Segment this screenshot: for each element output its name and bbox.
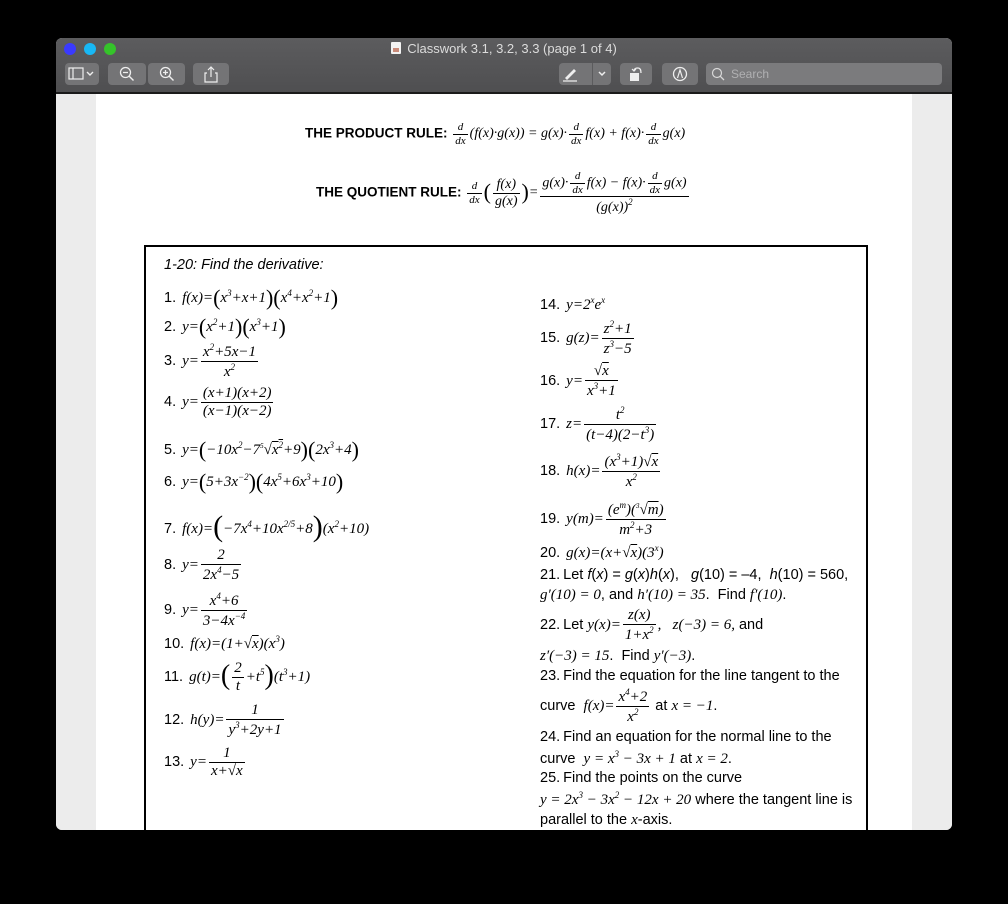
problem-21: 21. Let f(x) = g(x)h(x), g(10) = –4, h(10… — [540, 567, 849, 603]
search-field[interactable] — [706, 63, 942, 85]
sidebar-icon — [68, 67, 94, 80]
problem-23-cont: curve f(x)= x4+2 x2 at x = −1. — [540, 687, 718, 726]
rotate-button[interactable] — [620, 63, 652, 85]
search-input[interactable] — [729, 66, 933, 82]
product-rule-formula: d dx (f(x)·g(x)) = g(x)· d dx f(x) + f(x)· d dx… — [453, 121, 686, 147]
problem-23: 23. Find the equation for the line tangen… — [540, 668, 840, 684]
problem-4: 4. y= (x+1)(x+2) (x−1)(x−2) — [164, 385, 274, 420]
product-rule-label: THE PRODUCT RULE: — [305, 125, 448, 141]
problem-9: 9. y= x4+6 3−4x−4 — [164, 591, 248, 630]
window-title: Classwork 3.1, 3.2, 3.3 (page 1 of 4) — [56, 41, 952, 56]
markup-button[interactable] — [559, 63, 611, 85]
problem-3: 3. y= x2+5x−1 x2 — [164, 342, 258, 381]
problem-11: 11. g(t)=(2 t +t5)(t3+1) — [164, 659, 311, 695]
share-icon — [204, 65, 218, 83]
problem-19: 19. y(m)= (em)(3√m) m2+3 — [540, 500, 666, 539]
quotient-rule-label: THE QUOTIENT RULE: — [316, 184, 462, 200]
problem-22-cont: z′(−3) = 15. Find y′(−3). — [540, 648, 696, 664]
problem-25-cont2: parallel to the x-axis. — [540, 812, 673, 828]
zoom-out-button[interactable] — [108, 63, 146, 85]
problem-6: 6. y=(5+3x−2)(4x5+6x3+10) — [164, 469, 344, 494]
problem-14: 14. y=2xex — [540, 295, 606, 313]
problems-box: 1-20: Find the derivative: 1. f(x)=(x3+x+… — [144, 245, 868, 830]
problem-5: 5. y=(−10x2−75√x2+9)(2x3+4) — [164, 437, 359, 462]
worksheet-heading: 1-20: Find the derivative: — [164, 257, 324, 273]
zoom-in-button[interactable] — [148, 63, 185, 85]
problem-8: 8. y= 2 2x4−5 — [164, 547, 242, 584]
share-button[interactable] — [193, 63, 229, 85]
zoom-in-icon — [159, 66, 174, 81]
problem-22: 22. Let y(x)= z(x) 1+x2, z(−3) = 6, and — [540, 607, 764, 644]
pdf-page: THE PRODUCT RULE: d dx (f(x)·g(x)) = g(x)·… — [96, 94, 912, 830]
chevron-down-icon — [598, 71, 606, 77]
window-title-text: Classwork 3.1, 3.2, 3.3 (page 1 of 4) — [407, 41, 617, 56]
problem-2: 2. y=(x2+1)(x3+1) — [164, 314, 286, 339]
problem-17: 17. z= t2 (t−4)(2−t3) — [540, 405, 657, 444]
problem-12: 12. h(y)= 1 y3+2y+1 — [164, 702, 284, 739]
preview-window: Classwork 3.1, 3.2, 3.3 (page 1 of 4) Se… — [56, 38, 952, 830]
problem-10: 10. f(x)=(1+√x)(x3) — [164, 634, 285, 652]
problem-20: 20. g(x)=(x+√x)(3x) — [540, 543, 664, 561]
pen-icon — [563, 69, 577, 82]
zoom-out-icon — [119, 66, 134, 81]
problem-7: 7. f(x)=(−7x4+10x2/5+8)(x2+10) — [164, 510, 370, 543]
problem-24: 24. Find an equation for the normal line … — [540, 729, 832, 745]
problem-25: 25. Find the points on the curve — [540, 770, 743, 786]
problem-16: 16. y= √x x3+1 — [540, 363, 618, 400]
document-viewport[interactable]: THE PRODUCT RULE: d dx (f(x)·g(x)) = g(x)·… — [56, 94, 952, 830]
problem-24-cont: curve y = x3 − 3x + 1 at x = 2. — [540, 749, 732, 767]
problem-25-cont: y = 2x3 − 3x2 − 12x + 20 where the tange… — [540, 790, 853, 808]
problem-18: 18. h(x)= (x3+1)√x x2 — [540, 452, 661, 491]
product-rule: THE PRODUCT RULE: d dx (f(x)·g(x)) = g(x)·… — [305, 121, 685, 147]
document-icon — [391, 42, 402, 54]
rotate-icon — [630, 67, 642, 81]
problem-1: 1. f(x)=(x3+x+1)(x4+x2+1) — [164, 285, 339, 310]
sidebar-toggle-button[interactable] — [65, 63, 99, 85]
title-bar: Classwork 3.1, 3.2, 3.3 (page 1 of 4) — [56, 38, 952, 94]
markup-toolbar-icon — [672, 66, 688, 82]
problem-13: 13. y= 1 x+√x — [164, 745, 245, 780]
search-icon — [711, 67, 725, 81]
quotient-rule: THE QUOTIENT RULE: d dx(f(x) g(x))= g(x)· d d… — [316, 170, 691, 216]
problem-15: 15. g(z)= z2+1 z3−5 — [540, 319, 634, 358]
annotate-button[interactable] — [662, 63, 698, 85]
quotient-rule-formula: d dx(f(x) g(x))= g(x)· d dx f(x) − f(x)· d dx g(x… — [467, 170, 689, 216]
